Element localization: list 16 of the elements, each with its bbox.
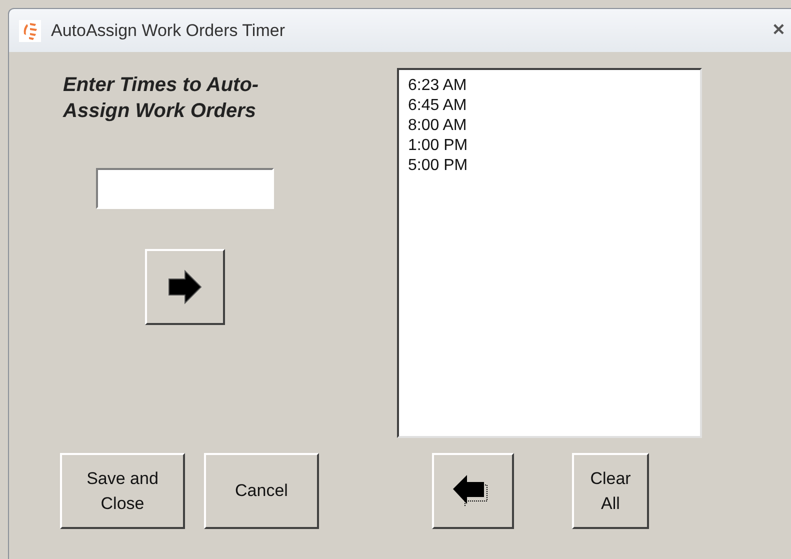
save-and-close-button[interactable]: Save and Close bbox=[60, 453, 185, 529]
time-list-item[interactable]: 6:23 AM bbox=[407, 76, 468, 96]
time-input-field[interactable] bbox=[96, 168, 274, 209]
time-list-item[interactable]: 8:00 AM bbox=[407, 116, 468, 136]
time-list-item[interactable]: 1:00 PM bbox=[407, 136, 469, 156]
instruction-heading: Enter Times to Auto-Assign Work Orders bbox=[62, 73, 260, 124]
time-list-item[interactable]: 5:00 PM bbox=[407, 156, 469, 176]
close-button[interactable]: ✕ bbox=[772, 18, 785, 42]
clear-all-button[interactable]: Clear All bbox=[572, 453, 649, 529]
cancel-button[interactable]: Cancel bbox=[204, 453, 319, 529]
app-logo-icon bbox=[19, 20, 41, 42]
time-list-item[interactable]: 6:45 AM bbox=[407, 96, 468, 116]
remove-time-button[interactable] bbox=[432, 453, 514, 529]
right-arrow-icon bbox=[167, 269, 203, 305]
window-title: AutoAssign Work Orders Timer bbox=[51, 20, 285, 42]
add-time-button[interactable] bbox=[145, 249, 225, 325]
